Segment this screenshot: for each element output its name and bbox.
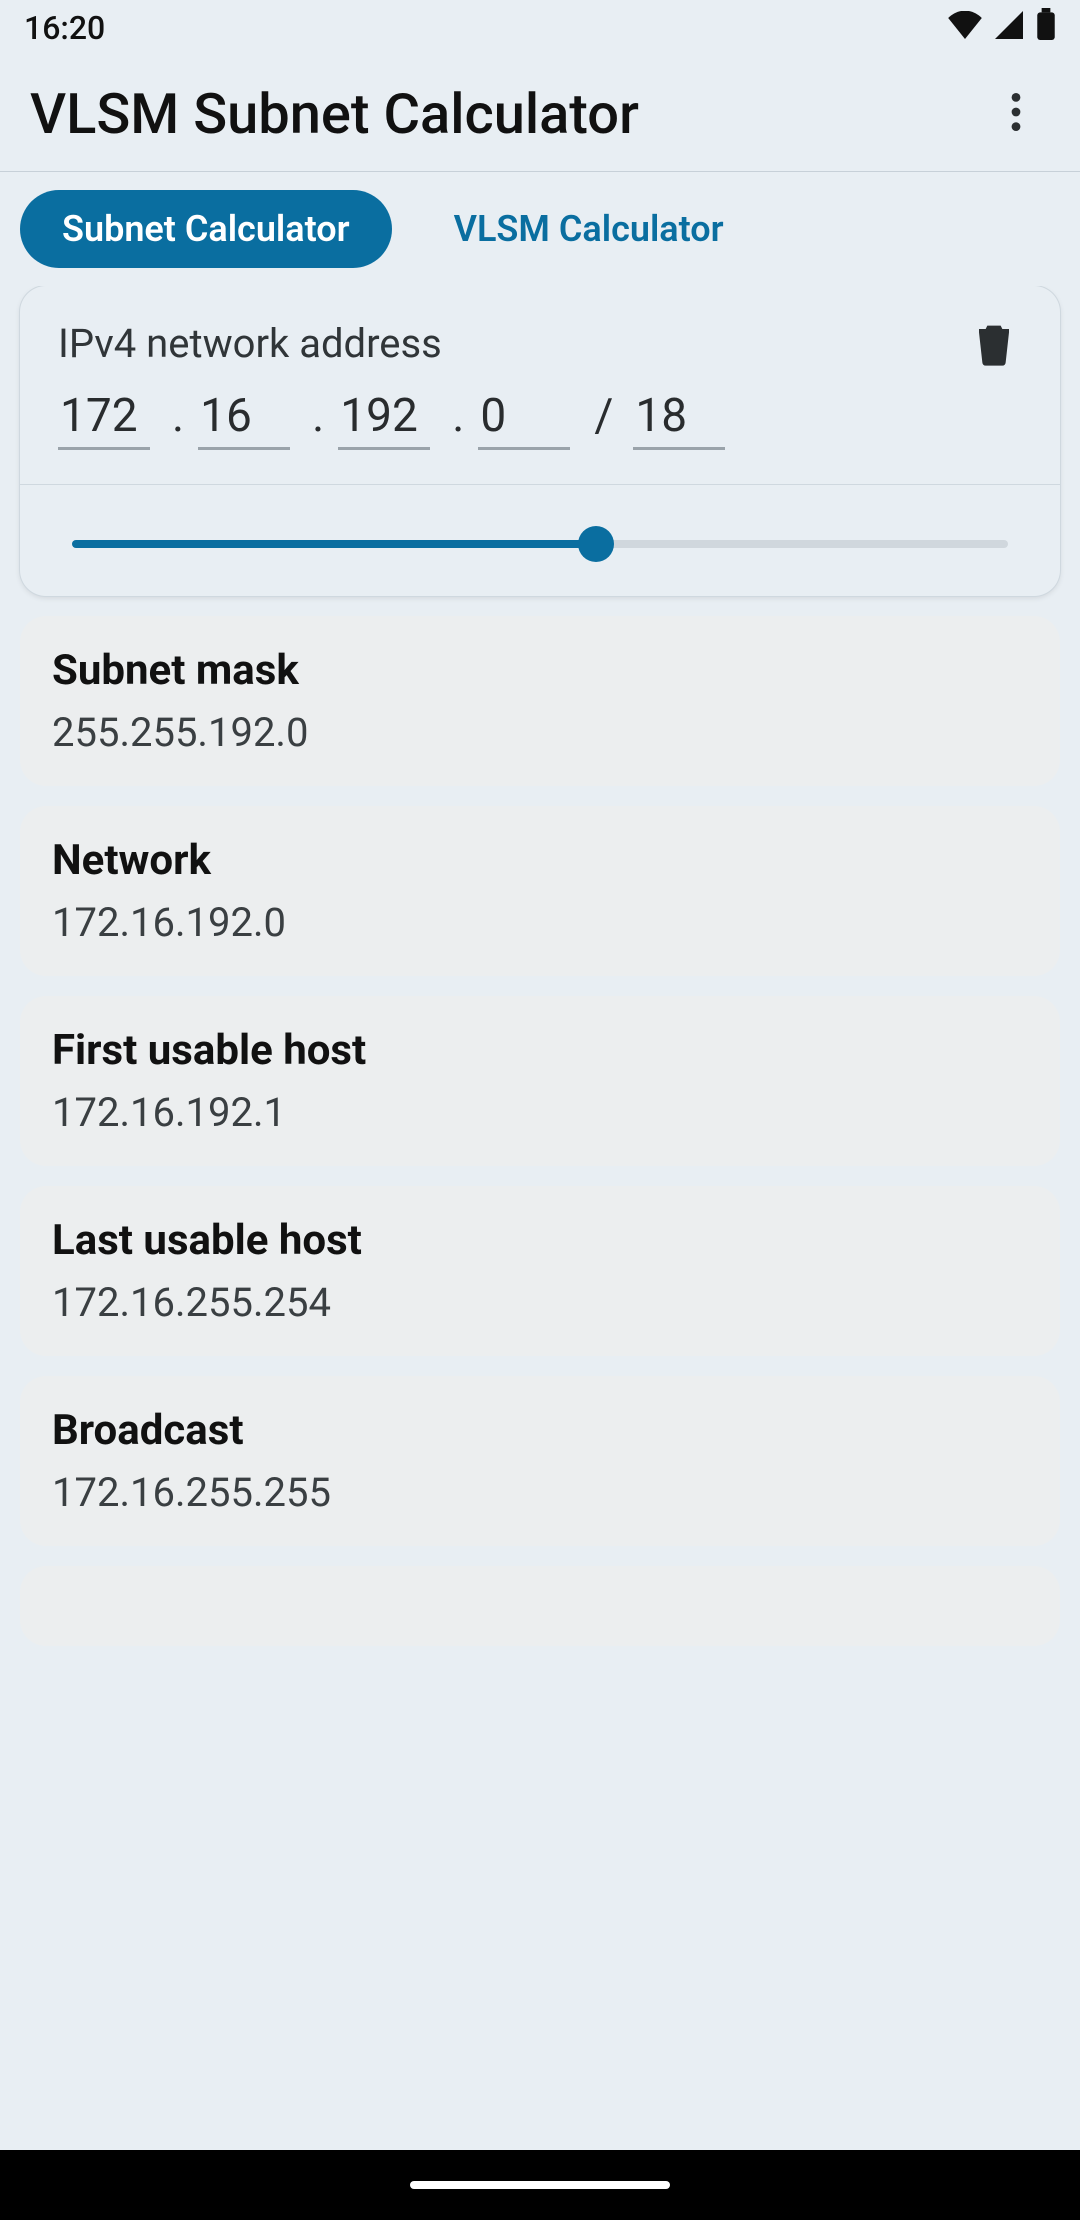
slash-separator: /: [594, 389, 613, 443]
tab-label: VLSM Calculator: [454, 208, 724, 250]
result-title: Network: [52, 836, 1028, 885]
wifi-icon: [948, 9, 982, 47]
more-vert-icon: [1011, 93, 1021, 135]
result-broadcast: Broadcast 172.16.255.255: [20, 1376, 1060, 1546]
result-title: Last usable host: [52, 1216, 1028, 1265]
prefix-input[interactable]: [633, 389, 725, 450]
tab-label: Subnet Calculator: [62, 208, 350, 250]
ip-input-card: IPv4 network address . . . /: [20, 286, 1060, 596]
result-title: Subnet mask: [52, 646, 1028, 695]
result-value: 172.16.192.0: [52, 899, 1028, 946]
dot-separator: .: [312, 389, 324, 443]
prefix-slider[interactable]: [72, 540, 1008, 548]
result-last-host: Last usable host 172.16.255.254: [20, 1186, 1060, 1356]
result-value: 172.16.192.1: [52, 1089, 1028, 1136]
tab-subnet-calculator[interactable]: Subnet Calculator: [20, 190, 392, 268]
dot-separator: .: [452, 389, 464, 443]
app-bar: VLSM Subnet Calculator: [0, 56, 1080, 172]
cell-signal-icon: [994, 9, 1024, 47]
ipv4-label: IPv4 network address: [58, 320, 442, 367]
status-time: 16:20: [24, 9, 105, 47]
tab-vlsm-calculator[interactable]: VLSM Calculator: [412, 190, 766, 268]
dot-separator: .: [172, 389, 184, 443]
result-subnet-mask: Subnet mask 255.255.192.0: [20, 616, 1060, 786]
status-bar: 16:20: [0, 0, 1080, 56]
result-value: 172.16.255.254: [52, 1279, 1028, 1326]
result-first-host: First usable host 172.16.192.1: [20, 996, 1060, 1166]
result-value: 255.255.192.0: [52, 709, 1028, 756]
result-partial: [20, 1566, 1060, 1646]
battery-icon: [1036, 8, 1056, 48]
system-nav-bar: [0, 2150, 1080, 2220]
octet-3-input[interactable]: [338, 389, 430, 450]
page-title: VLSM Subnet Calculator: [30, 81, 639, 147]
octet-2-input[interactable]: [198, 389, 290, 450]
result-value: 172.16.255.255: [52, 1469, 1028, 1516]
result-network: Network 172.16.192.0: [20, 806, 1060, 976]
gesture-pill[interactable]: [410, 2181, 670, 2189]
result-title: First usable host: [52, 1026, 1028, 1075]
octet-4-input[interactable]: [478, 389, 570, 450]
ip-input-row: . . . /: [20, 373, 1060, 484]
result-title: Broadcast: [52, 1406, 1028, 1455]
trash-icon: [974, 351, 1014, 370]
more-options-button[interactable]: [986, 84, 1046, 144]
tab-row: Subnet Calculator VLSM Calculator: [0, 172, 1080, 286]
clear-button[interactable]: [974, 322, 1018, 366]
octet-1-input[interactable]: [58, 389, 150, 450]
